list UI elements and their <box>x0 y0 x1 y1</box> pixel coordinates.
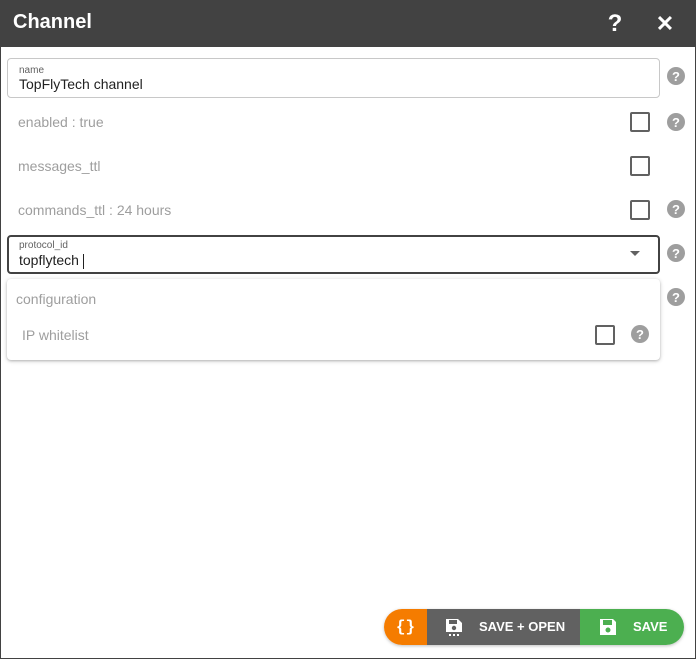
commands-ttl-label: commands_ttl : 24 hours <box>18 202 172 218</box>
protocol-id-help-icon[interactable]: ? <box>667 244 685 262</box>
enabled-checkbox[interactable] <box>630 112 650 132</box>
json-editor-button[interactable]: {} <box>384 609 427 645</box>
configuration-help-icon[interactable]: ? <box>667 288 685 306</box>
save-label: SAVE <box>633 619 668 634</box>
commands-ttl-checkbox[interactable] <box>630 200 650 220</box>
channel-dialog: Channel ? ✕ name TopFlyTech channel ? en… <box>0 0 696 659</box>
save-open-label: SAVE + OPEN <box>479 619 566 634</box>
messages-ttl-label: messages_ttl <box>18 158 101 174</box>
help-glyph: ? <box>672 68 680 84</box>
floppy-disk-icon <box>600 619 616 635</box>
protocol-id-label: protocol_id <box>19 240 68 251</box>
name-field-value: TopFlyTech channel <box>19 76 143 92</box>
enabled-label: enabled : true <box>18 114 104 130</box>
configuration-title: configuration <box>16 291 97 307</box>
question-mark-icon: ? <box>607 10 623 37</box>
close-button[interactable]: ✕ <box>645 1 685 47</box>
text-caret <box>82 253 84 269</box>
chevron-down-icon[interactable] <box>630 251 640 256</box>
protocol-id-text: topflytech <box>19 252 79 268</box>
floppy-disk-dots-icon <box>446 619 462 636</box>
title-help-button[interactable]: ? <box>595 1 635 47</box>
action-button-group: {} SAVE + OPEN SAVE <box>384 609 684 645</box>
help-glyph: ? <box>672 289 680 305</box>
messages-ttl-checkbox[interactable] <box>630 156 650 176</box>
help-glyph: ? <box>672 245 680 261</box>
help-glyph: ? <box>636 326 644 342</box>
save-button[interactable]: SAVE <box>580 609 684 645</box>
commands-ttl-help-icon[interactable]: ? <box>667 200 685 218</box>
enabled-help-icon[interactable]: ? <box>667 113 685 131</box>
name-field[interactable]: name TopFlyTech channel <box>7 58 660 98</box>
dialog-titlebar: Channel ? ✕ <box>1 1 695 47</box>
name-field-label: name <box>19 65 45 76</box>
ip-whitelist-help-icon[interactable]: ? <box>631 325 649 343</box>
save-open-button[interactable]: SAVE + OPEN <box>427 609 580 645</box>
braces-icon: {} <box>395 618 416 636</box>
help-glyph: ? <box>672 114 680 130</box>
ip-whitelist-checkbox[interactable] <box>595 325 615 345</box>
help-glyph: ? <box>672 201 680 217</box>
configuration-card: configuration IP whitelist ? <box>7 279 660 360</box>
name-help-icon[interactable]: ? <box>667 67 685 85</box>
ip-whitelist-label: IP whitelist <box>22 327 89 343</box>
close-icon: ✕ <box>655 11 675 36</box>
dialog-title: Channel <box>13 11 92 33</box>
protocol-id-value: topflytech <box>19 252 84 269</box>
protocol-id-select[interactable]: protocol_id topflytech <box>7 235 660 274</box>
